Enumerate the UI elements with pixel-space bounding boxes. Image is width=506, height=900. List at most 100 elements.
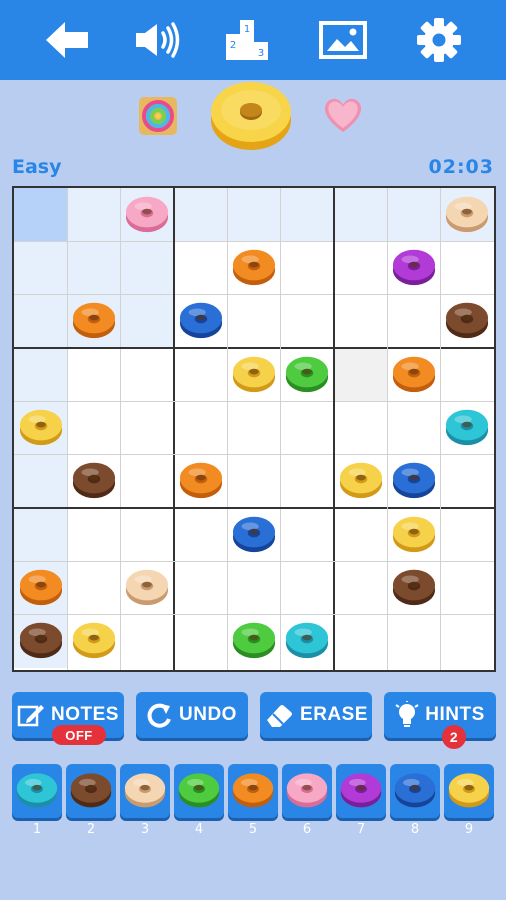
board-cell[interactable]	[281, 348, 334, 401]
notes-button[interactable]: NOTES OFF	[12, 692, 124, 745]
board-cell[interactable]	[441, 295, 494, 348]
rainbow-tile-theme-icon[interactable]	[138, 96, 178, 140]
erase-button[interactable]: ERASE	[260, 692, 372, 738]
board-cell[interactable]	[121, 508, 174, 561]
board-cell[interactable]	[121, 348, 174, 401]
board-cell[interactable]	[387, 188, 441, 242]
board-cell[interactable]	[334, 188, 388, 242]
board-cell[interactable]	[174, 401, 227, 454]
board-cell[interactable]	[281, 401, 334, 454]
board-cell[interactable]	[174, 295, 227, 348]
board-cell[interactable]	[14, 401, 68, 455]
board-cell[interactable]	[440, 188, 494, 242]
undo-button[interactable]: UNDO	[136, 692, 248, 738]
board-cell[interactable]	[14, 561, 68, 615]
board-cell[interactable]	[121, 615, 174, 668]
board-cell[interactable]	[14, 188, 68, 242]
board-cell[interactable]	[227, 508, 280, 561]
board-cell[interactable]	[227, 295, 280, 348]
donut-theme-icon[interactable]	[208, 74, 294, 158]
board-cell[interactable]	[387, 615, 440, 668]
board-cell[interactable]	[387, 401, 440, 454]
board-cell[interactable]	[121, 401, 174, 454]
board-cell[interactable]	[334, 348, 388, 402]
board-cell[interactable]	[441, 455, 494, 508]
donut-picker-button[interactable]	[336, 764, 386, 818]
board-cell[interactable]	[227, 401, 280, 454]
board-cell[interactable]	[441, 401, 494, 454]
board-cell[interactable]	[14, 508, 68, 562]
board-cell[interactable]	[14, 241, 68, 295]
back-arrow-icon[interactable]	[40, 14, 94, 66]
donut-picker-button[interactable]	[120, 764, 170, 818]
board-cell[interactable]	[334, 615, 387, 668]
board-cell[interactable]	[227, 348, 280, 401]
donut-picker-button[interactable]	[228, 764, 278, 818]
sound-icon[interactable]	[130, 14, 184, 66]
board-cell[interactable]	[387, 295, 440, 348]
board-cell[interactable]	[281, 508, 334, 561]
board-cell[interactable]	[67, 188, 121, 242]
board-cell[interactable]	[441, 508, 494, 561]
board-cell[interactable]	[281, 295, 334, 348]
board-cell[interactable]	[280, 188, 334, 242]
board-cell[interactable]	[67, 348, 120, 401]
leaderboard-icon[interactable]: 12 3	[220, 14, 274, 66]
board-cell[interactable]	[67, 401, 120, 454]
board-cell[interactable]	[387, 455, 440, 508]
hints-button[interactable]: HINTS 2	[384, 692, 496, 749]
board-cell[interactable]	[174, 188, 228, 242]
board-cell[interactable]	[227, 241, 280, 294]
board-cell[interactable]	[227, 455, 280, 508]
board-cell[interactable]	[387, 561, 440, 614]
donut-picker-button[interactable]	[66, 764, 116, 818]
board-cell[interactable]	[121, 561, 174, 614]
board-cell[interactable]	[14, 294, 68, 348]
donut-picker-button[interactable]	[174, 764, 224, 818]
board-cell[interactable]	[67, 508, 120, 561]
board-cell[interactable]	[67, 455, 120, 508]
board-cell[interactable]	[334, 455, 387, 508]
board-cell[interactable]	[227, 615, 280, 668]
board-cell[interactable]	[14, 614, 68, 668]
image-icon[interactable]	[316, 14, 370, 66]
board-cell[interactable]	[334, 561, 387, 614]
board-cell[interactable]	[174, 615, 227, 668]
board-cell[interactable]	[281, 561, 334, 614]
board-cell[interactable]	[334, 241, 387, 294]
board-cell[interactable]	[174, 561, 227, 614]
board-cell[interactable]	[14, 348, 68, 402]
board-cell[interactable]	[227, 561, 280, 614]
board-cell[interactable]	[174, 241, 227, 294]
board-cell[interactable]	[67, 615, 120, 668]
donut-picker-button[interactable]	[282, 764, 332, 818]
board-cell[interactable]	[334, 508, 387, 561]
board-cell[interactable]	[334, 401, 387, 454]
board-cell[interactable]	[67, 294, 121, 348]
donut-picker-button[interactable]	[390, 764, 440, 818]
board-cell[interactable]	[441, 615, 494, 668]
board-cell[interactable]	[174, 455, 227, 508]
board-cell[interactable]	[120, 188, 174, 242]
board-cell[interactable]	[227, 188, 281, 242]
board-cell[interactable]	[387, 241, 440, 294]
board-cell[interactable]	[67, 561, 120, 614]
board-cell[interactable]	[281, 455, 334, 508]
board-cell[interactable]	[67, 241, 121, 295]
board-cell[interactable]	[334, 295, 387, 348]
board-cell[interactable]	[174, 508, 227, 561]
board-cell[interactable]	[120, 241, 174, 295]
board-cell[interactable]	[120, 294, 174, 348]
board-cell[interactable]	[281, 615, 334, 668]
settings-gear-icon[interactable]	[412, 14, 466, 66]
board-cell[interactable]	[441, 561, 494, 614]
board-cell[interactable]	[441, 241, 494, 294]
board-cell[interactable]	[387, 348, 440, 401]
board-cell[interactable]	[14, 454, 68, 508]
donut-picker-button[interactable]	[444, 764, 494, 818]
board-cell[interactable]	[281, 241, 334, 294]
board-cell[interactable]	[121, 455, 174, 508]
heart-theme-icon[interactable]	[322, 94, 364, 140]
board-cell[interactable]	[387, 508, 440, 561]
board-cell[interactable]	[174, 348, 227, 401]
